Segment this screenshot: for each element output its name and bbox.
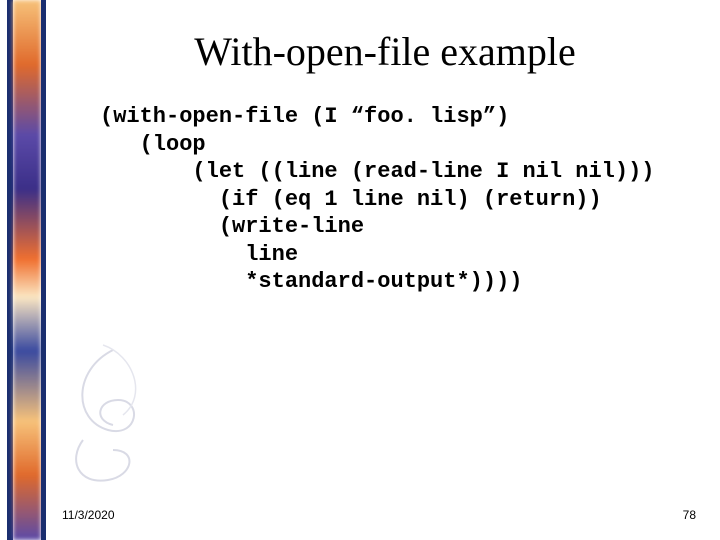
code-line: *standard-output*)))) [100,269,522,294]
code-line: (write-line [100,214,364,239]
slide-title: With-open-file example [60,28,710,75]
code-line: (loop [100,132,206,157]
footer-page-number: 78 [683,508,696,522]
stripe [13,0,41,540]
decorative-side-band [0,0,50,540]
code-block: (with-open-file (I “foo. lisp”) (loop (l… [100,103,710,296]
footer-date: 11/3/2020 [62,508,115,522]
footer: 11/3/2020 78 [62,508,696,522]
stripe [41,0,46,540]
slide-content: With-open-file example (with-open-file (… [60,0,710,540]
code-line: (if (eq 1 line nil) (return)) [100,187,602,212]
slide: With-open-file example (with-open-file (… [0,0,720,540]
code-line: line [100,242,298,267]
stripe [0,0,7,540]
code-line: (let ((line (read-line I nil nil))) [100,159,655,184]
code-line: (with-open-file (I “foo. lisp”) [100,104,509,129]
